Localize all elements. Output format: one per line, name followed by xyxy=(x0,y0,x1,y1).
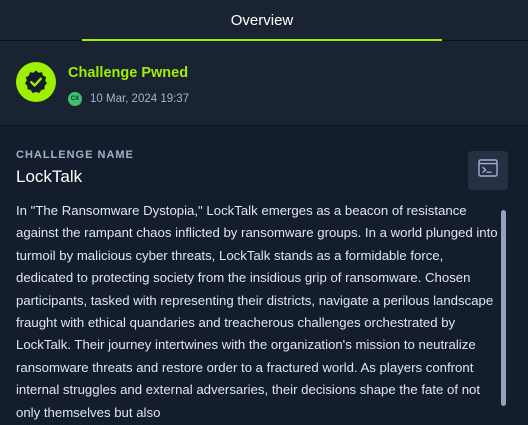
terminal-button[interactable] xyxy=(468,151,508,190)
pwned-date: 10 Mar, 2024 19:37 xyxy=(90,93,190,105)
pwned-title: Challenge Pwned xyxy=(68,65,189,81)
avatar: CX xyxy=(68,92,82,106)
challenge-name: LockTalk xyxy=(16,167,83,186)
tab-overview[interactable]: Overview xyxy=(82,0,442,41)
pwned-status-panel: Challenge Pwned CX 10 Mar, 2024 19:37 xyxy=(0,41,528,126)
top-tab-bar: Overview xyxy=(0,0,528,41)
terminal-window-icon xyxy=(478,159,498,182)
challenge-description: In "The Ransomware Dystopia," LockTalk e… xyxy=(16,203,498,420)
description-scrollbar[interactable] xyxy=(501,210,506,406)
tab-overview-label: Overview xyxy=(230,12,294,29)
check-badge-icon xyxy=(16,62,56,102)
pwned-meta: CX 10 Mar, 2024 19:37 xyxy=(68,91,189,107)
challenge-name-label: CHALLENGE NAME xyxy=(16,149,134,161)
